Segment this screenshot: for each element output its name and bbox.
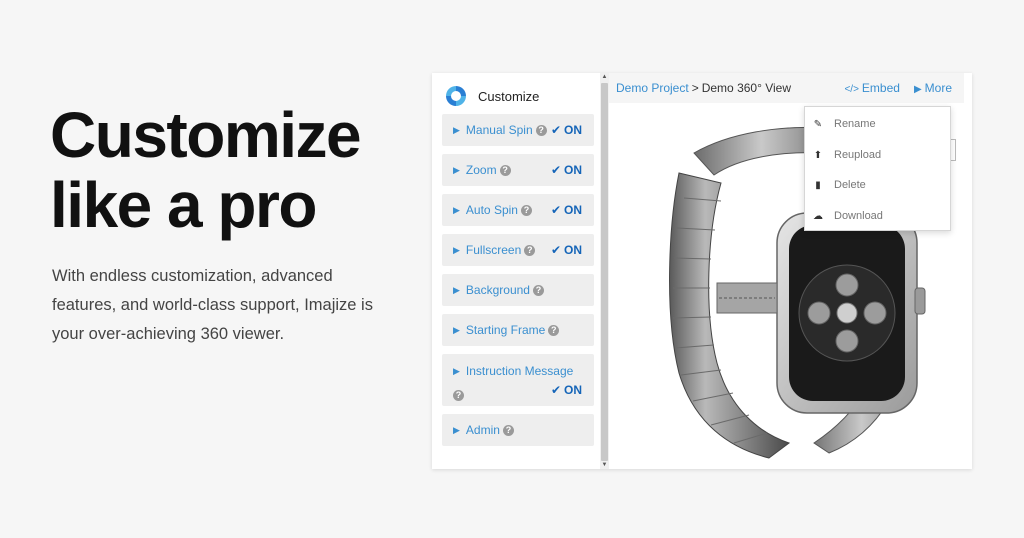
menu-item-reupload[interactable]: ⬆ Reupload	[805, 140, 950, 170]
sidebar-header: Customize	[444, 81, 594, 111]
menu-item-download[interactable]: ☁ Download	[805, 201, 950, 231]
option-admin[interactable]: ▶ Admin?	[442, 414, 594, 446]
breadcrumb-current: Demo 360° View	[701, 81, 792, 95]
more-button[interactable]: ▶ More	[914, 81, 952, 95]
option-label: Fullscreen	[465, 243, 522, 257]
breadcrumb-separator: >	[691, 81, 699, 95]
scroll-thumb[interactable]	[601, 83, 608, 461]
option-label: Auto Spin	[465, 203, 518, 217]
trash-icon: ▮	[815, 179, 821, 191]
help-icon[interactable]: ?	[453, 389, 464, 401]
option-label: Zoom	[465, 163, 497, 177]
check-icon: ✔	[550, 243, 561, 257]
option-label: Admin	[465, 423, 500, 437]
expand-triangle-icon: ▶	[453, 164, 460, 175]
option-label: Instruction Message	[465, 364, 574, 378]
scroll-down-icon[interactable]: ▼	[600, 462, 609, 468]
expand-triangle-icon: ▶	[453, 365, 460, 376]
help-icon[interactable]: ?	[532, 284, 544, 296]
check-icon: ✔	[550, 163, 561, 177]
scroll-up-icon[interactable]: ▲	[600, 74, 609, 80]
upload-arrow-icon: ⬆	[813, 149, 823, 161]
cloud-download-icon: ☁	[813, 210, 823, 222]
breadcrumb: Demo Project > Demo 360° View </> Embed ▶…	[609, 73, 964, 103]
option-background[interactable]: ▶ Background?	[442, 274, 594, 306]
check-icon: ✔	[550, 203, 561, 217]
code-icon: </>	[844, 84, 859, 95]
hero-title-line2: like a pro	[50, 169, 318, 241]
hero-title-line1: Customize	[50, 99, 362, 171]
menu-item-delete[interactable]: ▮ Delete	[805, 170, 950, 200]
option-zoom[interactable]: ▶ Zoom? ✔ ON	[442, 154, 594, 186]
status-on: ✔ ON	[550, 203, 582, 217]
status-on: ✔ ON	[550, 383, 582, 397]
help-icon[interactable]: ?	[520, 204, 532, 216]
more-dropdown-menu: ✎ Rename ⬆ Reupload ▮ Delete ☁ Download	[804, 106, 951, 231]
help-icon[interactable]: ?	[524, 244, 536, 256]
sidebar-title: Customize	[478, 88, 540, 104]
option-label: Manual Spin	[465, 123, 533, 137]
expand-triangle-icon: ▶	[453, 284, 460, 295]
check-icon: ✔	[550, 383, 561, 397]
expand-triangle-icon: ▶	[453, 204, 460, 215]
status-on: ✔ ON	[550, 163, 582, 177]
help-icon[interactable]: ?	[535, 124, 547, 136]
option-fullscreen[interactable]: ▶ Fullscreen? ✔ ON	[442, 234, 594, 266]
imajize-logo-icon	[445, 85, 467, 107]
expand-triangle-icon: ▶	[453, 424, 460, 435]
topbar-actions: </> Embed ▶ More	[844, 73, 952, 103]
sidebar-scrollbar[interactable]: ▲ ▼	[600, 73, 609, 469]
status-on: ✔ ON	[550, 243, 582, 257]
option-label: Starting Frame	[465, 323, 546, 337]
menu-item-rename[interactable]: ✎ Rename	[805, 109, 950, 139]
status-on: ✔ ON	[550, 123, 582, 137]
expand-triangle-icon: ▶	[453, 124, 460, 135]
help-icon[interactable]: ?	[548, 324, 560, 336]
option-auto-spin[interactable]: ▶ Auto Spin? ✔ ON	[442, 194, 594, 226]
sidebar: Customize ▶ Manual Spin? ✔ ON ▶ Zoom? ✔ ON ▶…	[432, 73, 600, 469]
expand-triangle-icon: ▶	[453, 324, 460, 335]
breadcrumb-project-link[interactable]: Demo Project	[616, 81, 689, 95]
help-icon[interactable]: ?	[502, 424, 514, 436]
option-starting-frame[interactable]: ▶ Starting Frame?	[442, 314, 594, 346]
option-instruction-message[interactable]: ▶ Instruction Message ? ✔ ON	[442, 354, 594, 406]
check-icon: ✔	[550, 123, 561, 137]
play-triangle-icon: ▶	[913, 84, 922, 95]
hero-description: With endless customization, advanced fea…	[52, 267, 373, 343]
hero-title: Customize like a pro	[50, 99, 362, 241]
expand-triangle-icon: ▶	[453, 244, 460, 255]
option-label: Background	[465, 283, 530, 297]
pencil-icon: ✎	[813, 118, 823, 130]
option-manual-spin[interactable]: ▶ Manual Spin? ✔ ON	[442, 114, 594, 146]
embed-button[interactable]: </> Embed	[844, 81, 900, 95]
help-icon[interactable]: ?	[499, 164, 511, 176]
